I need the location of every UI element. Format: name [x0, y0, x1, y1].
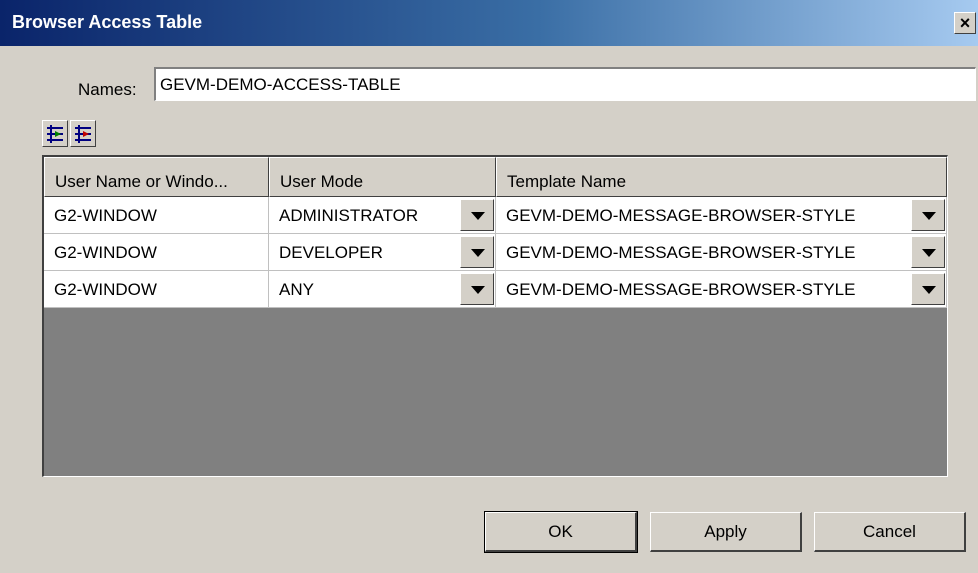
table-row[interactable]: G2-WINDOW ANY GEVM-DEMO-MESSAGE-BROWSER-… [44, 271, 947, 308]
table-row[interactable]: G2-WINDOW DEVELOPER GEVM-DEMO-MESSAGE-BR… [44, 234, 947, 271]
user-mode-cell[interactable]: DEVELOPER [269, 234, 496, 271]
browser-access-table-dialog: Browser Access Table × Names: User Name … [0, 0, 978, 573]
window-title: Browser Access Table [12, 12, 203, 32]
add-row-icon [47, 125, 63, 143]
column-header-user-mode[interactable]: User Mode [269, 157, 496, 197]
template-name-cell[interactable]: GEVM-DEMO-MESSAGE-BROWSER-STYLE [496, 197, 947, 234]
template-name-dropdown-button[interactable] [911, 236, 945, 268]
template-name-dropdown-button[interactable] [911, 273, 945, 305]
access-table-grid: User Name or Windo... User Mode Template… [42, 155, 948, 477]
column-header-template-name[interactable]: Template Name [496, 157, 947, 197]
column-header-user-name[interactable]: User Name or Windo... [44, 157, 269, 197]
template-name-cell[interactable]: GEVM-DEMO-MESSAGE-BROWSER-STYLE [496, 234, 947, 271]
template-name-cell[interactable]: GEVM-DEMO-MESSAGE-BROWSER-STYLE [496, 271, 947, 308]
table-header: User Name or Windo... User Mode Template… [44, 157, 947, 197]
delete-row-button[interactable] [70, 120, 96, 147]
template-name-dropdown-button[interactable] [911, 199, 945, 231]
close-icon: × [959, 13, 971, 33]
names-label: Names: [78, 80, 137, 99]
user-mode-dropdown-button[interactable] [460, 199, 494, 231]
close-button[interactable]: × [954, 12, 976, 34]
cancel-button[interactable]: Cancel [814, 512, 966, 552]
ok-button[interactable]: OK [485, 512, 637, 552]
add-row-button[interactable] [42, 120, 68, 147]
user-mode-cell[interactable]: ANY [269, 271, 496, 308]
apply-button[interactable]: Apply [650, 512, 802, 552]
table-row[interactable]: G2-WINDOW ADMINISTRATOR GEVM-DEMO-MESSAG… [44, 197, 947, 234]
user-name-cell[interactable]: G2-WINDOW [44, 197, 269, 234]
title-bar[interactable]: Browser Access Table × [0, 0, 978, 46]
user-name-cell[interactable]: G2-WINDOW [44, 234, 269, 271]
user-mode-cell[interactable]: ADMINISTRATOR [269, 197, 496, 234]
delete-row-icon [75, 125, 91, 143]
user-name-cell[interactable]: G2-WINDOW [44, 271, 269, 308]
names-input[interactable] [154, 67, 976, 101]
user-mode-dropdown-button[interactable] [460, 236, 494, 268]
user-mode-dropdown-button[interactable] [460, 273, 494, 305]
